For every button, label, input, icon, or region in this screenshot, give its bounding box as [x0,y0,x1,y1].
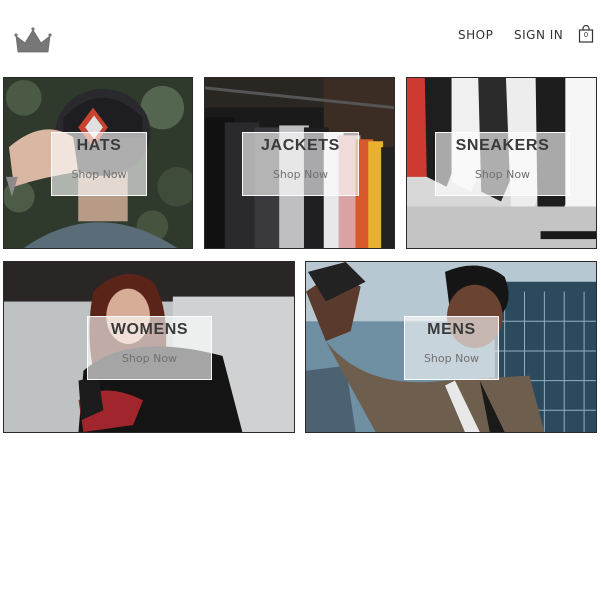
category-title: WOMENS [110,321,189,338]
crown-icon[interactable] [14,26,52,56]
shop-now-link[interactable]: Shop Now [52,168,146,181]
shopping-bag-icon[interactable]: 0 [578,24,594,43]
cart-count: 0 [583,31,589,39]
nav-signin-link[interactable]: SIGN IN [514,28,563,42]
category-tile-hats[interactable]: HATS Shop Now [3,77,193,249]
shop-now-link[interactable]: Shop Now [243,168,358,181]
category-tile-womens[interactable]: WOMENS Shop Now [3,261,295,433]
category-title: HATS [76,137,122,154]
site-header: SHOP SIGN IN 0 [0,0,601,70]
category-tile-sneakers[interactable]: SNEAKERS Shop Now [406,77,597,249]
category-tile-jackets[interactable]: JACKETS Shop Now [204,77,395,249]
shop-now-link[interactable]: Shop Now [436,168,569,181]
category-tile-mens[interactable]: MENS Shop Now [305,261,597,433]
category-label: SNEAKERS Shop Now [435,132,570,196]
category-title: MENS [427,321,476,338]
category-label: WOMENS Shop Now [87,316,212,380]
category-label: HATS Shop Now [51,132,147,196]
nav-shop-link[interactable]: SHOP [458,28,493,42]
category-title: SNEAKERS [455,137,550,154]
category-label: MENS Shop Now [404,316,499,380]
shop-now-link[interactable]: Shop Now [405,352,498,365]
category-label: JACKETS Shop Now [242,132,359,196]
category-title: JACKETS [261,137,340,154]
shop-now-link[interactable]: Shop Now [88,352,211,365]
